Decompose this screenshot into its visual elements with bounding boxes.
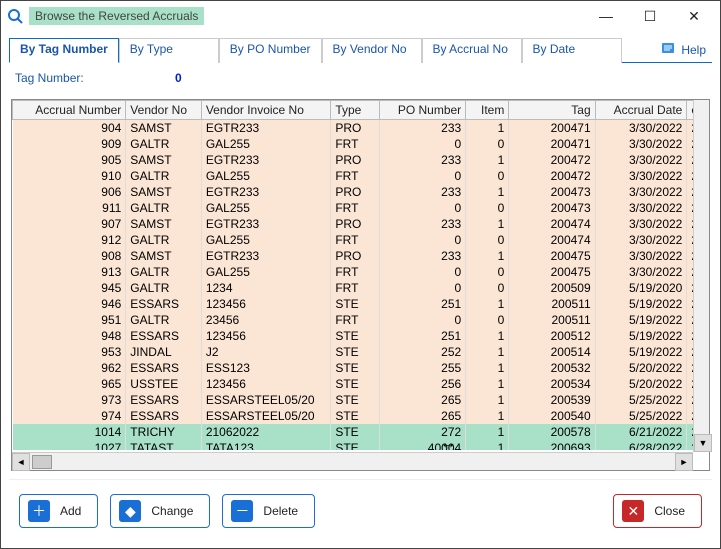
- table-row[interactable]: 1027TATASTTATA123STE4000412006936/28/202…: [13, 440, 709, 450]
- table-row[interactable]: 973ESSARSESSARSTEEL05/20STE26512005395/2…: [13, 392, 709, 408]
- table-row[interactable]: 912GALTRGAL255FRT002004743/30/20222: [13, 232, 709, 248]
- app-icon: [5, 6, 25, 26]
- column-header[interactable]: Type: [331, 101, 380, 120]
- column-header[interactable]: Tag: [509, 101, 595, 120]
- scroll-down-button[interactable]: ▼: [694, 434, 712, 452]
- close-button[interactable]: ✕ Close: [613, 494, 702, 528]
- add-button[interactable]: ＋ Add: [19, 494, 98, 528]
- column-header[interactable]: Accrual Date: [595, 101, 687, 120]
- table-row[interactable]: 951GALTR23456FRT002005115/19/20222: [13, 312, 709, 328]
- tab-by-date[interactable]: By Date: [522, 38, 622, 63]
- horizontal-scrollbar[interactable]: ◄ ►: [12, 452, 693, 470]
- change-icon: ◆: [119, 500, 141, 522]
- table-row[interactable]: 904SAMSTEGTR233PRO23312004713/30/20222: [13, 120, 709, 137]
- table-row[interactable]: 946ESSARS123456STE25112005115/19/20222: [13, 296, 709, 312]
- accruals-table[interactable]: Accrual NumberVendor NoVendor Invoice No…: [12, 100, 709, 450]
- scroll-right-button[interactable]: ►: [675, 453, 693, 471]
- button-bar: ＋ Add ◆ Change － Delete ✕ Close: [9, 479, 712, 532]
- column-header[interactable]: Vendor No: [126, 101, 202, 120]
- maximize-button[interactable]: ☐: [628, 2, 672, 30]
- table-row[interactable]: 948ESSARS123456STE25112005125/19/20222: [13, 328, 709, 344]
- column-header[interactable]: Accrual Number: [13, 101, 126, 120]
- table-row[interactable]: 965USSTEE123456STE25612005345/20/20222: [13, 376, 709, 392]
- table-row[interactable]: 953JINDALJ2STE25212005145/19/20222: [13, 344, 709, 360]
- close-window-button[interactable]: ✕: [672, 2, 716, 30]
- close-icon: ✕: [622, 500, 644, 522]
- window-title: Browse the Reversed Accruals: [29, 7, 204, 25]
- table-row[interactable]: 913GALTRGAL255FRT002004753/30/20222: [13, 264, 709, 280]
- delete-button[interactable]: － Delete: [222, 494, 315, 528]
- minimize-button[interactable]: —: [584, 2, 628, 30]
- tab-by-type[interactable]: By Type: [119, 38, 219, 63]
- tag-number-label: Tag Number:: [15, 71, 84, 85]
- tab-by-vendor-no[interactable]: By Vendor No: [322, 38, 422, 63]
- grid: Accrual NumberVendor NoVendor Invoice No…: [11, 99, 710, 471]
- filter-bar: Tag Number: 0: [9, 63, 712, 95]
- change-button[interactable]: ◆ Change: [110, 494, 210, 528]
- help-icon: [661, 40, 677, 59]
- tab-by-tag-number[interactable]: By Tag Number: [9, 38, 119, 63]
- column-header[interactable]: PO Number: [379, 101, 465, 120]
- vertical-scrollbar[interactable]: ▼: [693, 100, 709, 452]
- table-row[interactable]: 962ESSARSESS123STE25512005325/20/20222: [13, 360, 709, 376]
- table-row[interactable]: 1014TRICHY21062022STE27212005786/21/2022…: [13, 424, 709, 440]
- table-row[interactable]: 905SAMSTEGTR233PRO23312004723/30/20222: [13, 152, 709, 168]
- table-row[interactable]: 974ESSARSESSARSTEEL05/20STE26512005405/2…: [13, 408, 709, 424]
- column-header[interactable]: Item: [466, 101, 509, 120]
- column-header[interactable]: Vendor Invoice No: [201, 101, 330, 120]
- scroll-left-button[interactable]: ◄: [12, 453, 30, 471]
- table-row[interactable]: 909GALTRGAL255FRT002004713/30/20222: [13, 136, 709, 152]
- tab-by-po-number[interactable]: By PO Number: [219, 38, 322, 63]
- table-row[interactable]: 908SAMSTEGTR233PRO23312004753/30/20222: [13, 248, 709, 264]
- table-row[interactable]: 906SAMSTEGTR233PRO23312004733/30/20222: [13, 184, 709, 200]
- table-row[interactable]: 945GALTR1234FRT002005095/19/20202: [13, 280, 709, 296]
- minus-icon: －: [231, 500, 253, 522]
- titlebar: Browse the Reversed Accruals — ☐ ✕: [1, 1, 720, 31]
- help-link[interactable]: Help: [655, 37, 712, 62]
- table-row[interactable]: 911GALTRGAL255FRT002004733/30/20222: [13, 200, 709, 216]
- tab-bar: By Tag Number By Type By PO Number By Ve…: [9, 37, 712, 63]
- tab-by-accrual-no[interactable]: By Accrual No: [422, 38, 522, 63]
- plus-icon: ＋: [28, 500, 50, 522]
- table-row[interactable]: 907SAMSTEGTR233PRO23312004743/30/20222: [13, 216, 709, 232]
- h-scroll-thumb[interactable]: [32, 455, 52, 469]
- table-row[interactable]: 910GALTRGAL255FRT002004723/30/20222: [13, 168, 709, 184]
- tag-number-value[interactable]: 0: [92, 71, 182, 85]
